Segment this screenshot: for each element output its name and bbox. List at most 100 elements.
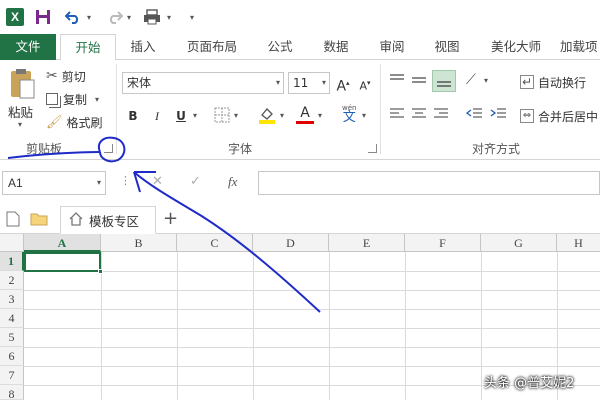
add-tab-button[interactable]: + xyxy=(163,208,178,229)
customize-toolbar-icon[interactable]: ▾ xyxy=(186,8,198,26)
increase-indent-icon[interactable] xyxy=(490,106,508,125)
row-header[interactable]: 3 xyxy=(0,290,24,309)
border-dropdown-icon[interactable]: ▾ xyxy=(234,111,238,120)
cut-button[interactable]: ✂ 剪切 xyxy=(46,66,86,86)
italic-button[interactable]: I xyxy=(148,106,166,126)
redo-dropdown-icon[interactable]: ▾ xyxy=(124,8,134,26)
name-box[interactable]: A1 ▾ xyxy=(2,171,106,195)
column-header[interactable]: B xyxy=(101,234,177,252)
border-icon[interactable] xyxy=(214,107,230,126)
underline-button[interactable]: U xyxy=(172,106,190,126)
chevron-down-icon: ▾ xyxy=(275,78,280,87)
tab-home[interactable]: 开始 xyxy=(60,34,116,61)
row-header[interactable]: 4 xyxy=(0,309,24,328)
row-header[interactable]: 8 xyxy=(0,385,24,400)
tab-insert[interactable]: 插入 xyxy=(120,34,166,60)
folder-icon[interactable] xyxy=(30,212,48,229)
gridline xyxy=(24,366,600,367)
merge-center-label: 合并后居中 xyxy=(538,109,599,124)
increase-font-size-button[interactable]: A▴ xyxy=(334,73,352,95)
formula-bar-grip-icon: ⋮ xyxy=(120,174,131,187)
column-header[interactable]: H xyxy=(557,234,600,252)
print-dropdown-icon[interactable]: ▾ xyxy=(164,8,174,26)
row-header[interactable]: 7 xyxy=(0,366,24,385)
active-cell-a1[interactable] xyxy=(24,252,101,272)
ribbon: 粘贴 ▾ ✂ 剪切 复制 ▾ 🖌 格式刷 剪贴板 宋体 ▾ 11 ▾ A▴ A▾… xyxy=(0,60,600,160)
font-color-dropdown-icon[interactable]: ▾ xyxy=(318,111,322,120)
cut-label: 剪切 xyxy=(61,69,86,84)
font-name-select[interactable]: 宋体 ▾ xyxy=(122,72,284,94)
align-left-icon[interactable] xyxy=(388,106,406,125)
tab-view[interactable]: 视图 xyxy=(424,34,470,60)
row-header[interactable]: 5 xyxy=(0,328,24,347)
undo-dropdown-icon[interactable]: ▾ xyxy=(84,8,94,26)
underline-dropdown-icon[interactable]: ▾ xyxy=(193,111,197,120)
tab-page-layout[interactable]: 页面布局 xyxy=(180,34,244,60)
align-middle-icon[interactable] xyxy=(410,72,428,91)
gridline xyxy=(253,252,254,400)
column-header[interactable]: A xyxy=(24,234,101,252)
gridline xyxy=(481,252,482,400)
column-header[interactable]: E xyxy=(329,234,405,252)
decrease-font-size-button[interactable]: A▾ xyxy=(356,73,374,93)
align-bottom-icon[interactable] xyxy=(432,70,456,92)
tab-beautify[interactable]: 美化大师 xyxy=(484,34,548,60)
wrap-text-button[interactable]: ↵ 自动换行 xyxy=(520,72,586,92)
copy-dropdown-icon[interactable]: ▾ xyxy=(95,95,99,104)
column-header[interactable]: F xyxy=(405,234,481,252)
tab-data[interactable]: 数据 xyxy=(314,34,358,60)
align-top-icon[interactable] xyxy=(388,72,406,91)
new-document-icon[interactable] xyxy=(6,211,20,230)
format-painter-button[interactable]: 🖌 格式刷 xyxy=(46,112,103,132)
gridline xyxy=(405,252,406,400)
row-header[interactable]: 6 xyxy=(0,347,24,366)
enter-icon[interactable]: ✓ xyxy=(190,174,201,189)
save-icon[interactable] xyxy=(34,8,52,26)
font-size-select[interactable]: 11 ▾ xyxy=(288,72,330,94)
merge-center-button[interactable]: ⇔ 合并后居中 xyxy=(520,106,598,126)
paste-button[interactable]: 粘贴 xyxy=(8,102,33,121)
cancel-icon[interactable]: ✕ xyxy=(152,174,163,189)
scissors-icon: ✂ xyxy=(46,68,58,84)
fill-color-icon[interactable] xyxy=(258,106,276,127)
redo-icon[interactable] xyxy=(106,8,124,26)
gridline xyxy=(329,252,330,400)
tab-template-zone[interactable]: 模板专区 xyxy=(60,206,156,234)
print-preview-icon[interactable] xyxy=(142,8,164,26)
home-icon xyxy=(69,211,83,229)
decrease-indent-icon[interactable] xyxy=(465,106,484,125)
font-color-button[interactable]: A xyxy=(296,105,314,124)
orientation-dropdown-icon[interactable]: ▾ xyxy=(484,76,488,85)
copy-icon xyxy=(46,93,58,105)
document-tabs-bar: 模板专区 + xyxy=(0,204,600,234)
tab-review[interactable]: 审阅 xyxy=(370,34,414,60)
paste-icon[interactable] xyxy=(8,68,36,100)
quick-access-toolbar: X ▾ ▾ ▾ ▾ xyxy=(0,0,600,34)
paste-dropdown-icon[interactable]: ▾ xyxy=(18,120,22,129)
row-header[interactable]: 2 xyxy=(0,271,24,290)
column-header[interactable]: D xyxy=(253,234,329,252)
insert-function-icon[interactable]: fx xyxy=(228,174,237,190)
align-center-icon[interactable] xyxy=(410,106,428,125)
chevron-down-icon: ▾ xyxy=(96,178,101,187)
bold-button[interactable]: B xyxy=(124,106,142,126)
row-header[interactable]: 1 xyxy=(0,252,24,271)
clipboard-dialog-launcher-icon[interactable] xyxy=(104,144,113,153)
undo-icon[interactable] xyxy=(64,8,82,26)
font-dialog-launcher-icon[interactable] xyxy=(368,144,377,153)
tab-file[interactable]: 文件 xyxy=(0,34,56,60)
phonetic-dropdown-icon[interactable]: ▾ xyxy=(362,111,366,120)
fill-color-dropdown-icon[interactable]: ▾ xyxy=(280,111,284,120)
column-header[interactable]: C xyxy=(177,234,253,252)
gridline xyxy=(24,347,600,348)
column-header[interactable]: G xyxy=(481,234,557,252)
text-orientation-icon[interactable]: ⟋ xyxy=(466,72,476,88)
copy-button[interactable]: 复制 ▾ xyxy=(46,89,99,109)
align-right-icon[interactable] xyxy=(432,106,450,125)
formula-input[interactable] xyxy=(258,171,600,195)
phonetic-guide-button[interactable]: wén 文 xyxy=(342,103,356,124)
tab-formulas[interactable]: 公式 xyxy=(258,34,302,60)
select-all-corner[interactable] xyxy=(0,234,24,252)
tab-addins[interactable]: 加载项 xyxy=(560,34,600,60)
fill-handle[interactable] xyxy=(98,269,103,274)
